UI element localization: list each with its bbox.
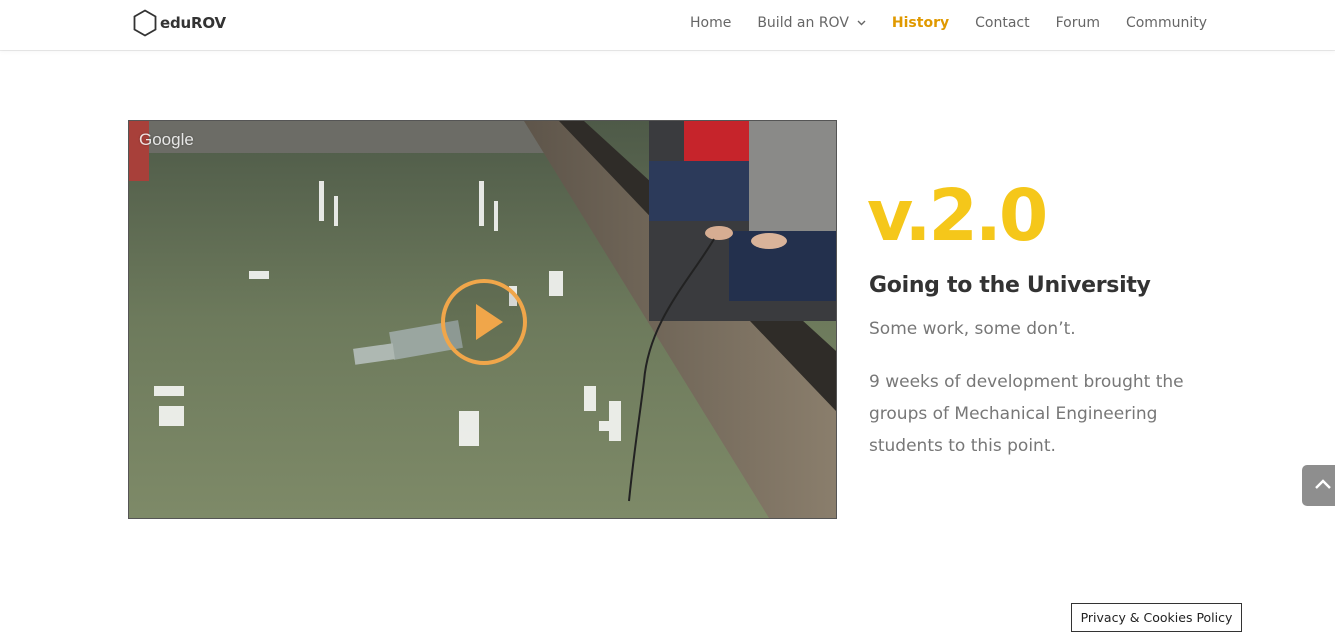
nav-label: Build an ROV (757, 15, 849, 31)
nav-contact[interactable]: Contact (975, 15, 1029, 31)
play-icon[interactable] (441, 279, 527, 365)
nav-label: Contact (975, 15, 1030, 31)
nav-label: Home (689, 15, 732, 31)
nav-build-an-rov[interactable]: Build an ROV (757, 15, 866, 31)
version-heading: v.2.0 (867, 174, 1048, 257)
nav-community[interactable]: Community (1126, 15, 1207, 31)
description-paragraph: 9 weeks of development brought the group… (869, 372, 1184, 456)
nav-home[interactable]: Home (690, 15, 731, 31)
scroll-to-top-button[interactable] (1302, 465, 1335, 506)
section-subtitle: Going to the University (869, 273, 1151, 298)
google-watermark: Google (139, 130, 194, 149)
nav-forum[interactable]: Forum (1056, 15, 1100, 31)
hexagon-logo-icon (133, 9, 157, 37)
chevron-up-icon (1315, 479, 1331, 489)
chevron-down-icon (857, 20, 866, 26)
logo-text: eduROV (160, 14, 226, 32)
nav-label: Forum (1055, 15, 1100, 31)
nav-label: History (891, 15, 950, 31)
logo[interactable]: eduROV (133, 9, 226, 37)
nav-label: Community (1125, 15, 1207, 31)
privacy-policy-button[interactable]: Privacy & Cookies Policy (1071, 603, 1242, 632)
video-player[interactable]: Google (128, 120, 837, 519)
site-header: eduROV Home Build an ROV History Contact… (0, 0, 1335, 50)
summary-line: Some work, some don’t. (869, 319, 1076, 339)
main-nav: Home Build an ROV History Contact Forum … (664, 0, 1207, 46)
nav-history[interactable]: History (892, 15, 949, 31)
